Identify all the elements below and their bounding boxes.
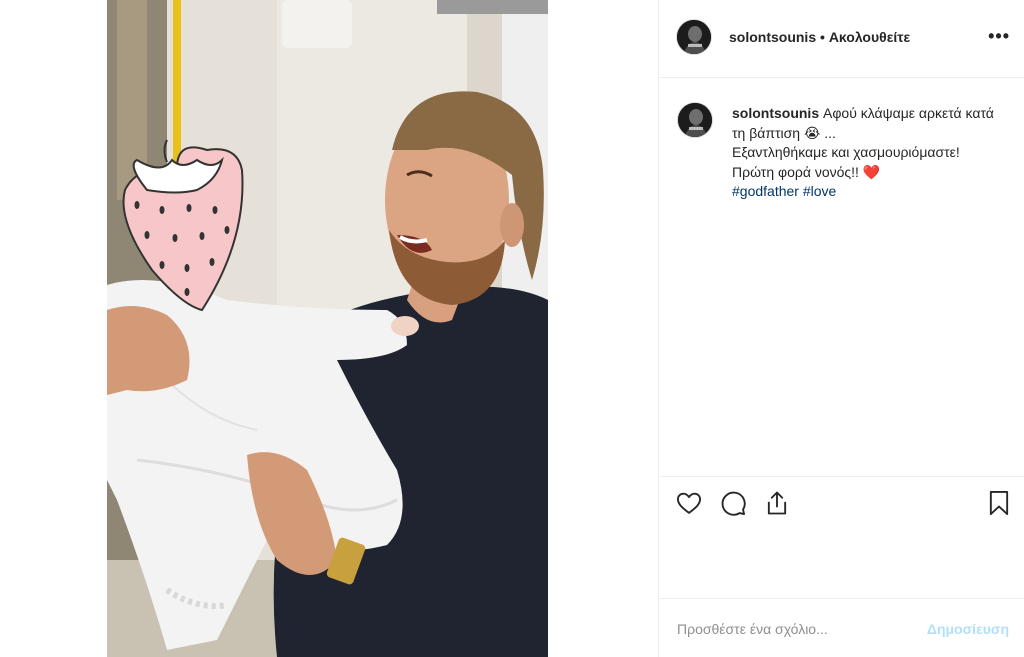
- caption-line-2: Εξαντληθήκαμε και χασμουριόμαστε!: [732, 144, 960, 160]
- hashtag-love[interactable]: #love: [803, 183, 836, 199]
- caption-avatar[interactable]: [677, 102, 713, 138]
- post-media-area: [0, 0, 658, 657]
- caption-ellipsis: ...: [824, 124, 836, 141]
- avatar-image: [677, 20, 711, 54]
- like-button[interactable]: [675, 489, 705, 519]
- photo-illustration: [107, 0, 548, 657]
- post-header-user: solontsounis • Ακολουθείτε: [729, 29, 910, 45]
- separator-dot: •: [820, 29, 825, 45]
- save-button[interactable]: [985, 489, 1015, 519]
- post-action-bar: [659, 476, 1024, 598]
- publish-button[interactable]: Δημοσίευση: [927, 621, 1009, 637]
- avatar-image: [678, 103, 712, 137]
- heart-outline-icon: [676, 492, 702, 514]
- add-comment-bar: Δημοσίευση: [659, 598, 1024, 657]
- caption-line-3: Πρώτη φορά νονός!!: [732, 163, 859, 180]
- avatar[interactable]: [676, 19, 712, 55]
- post-caption-area: solontsounis Αφού κλάψαμε αρκετά κατά τη…: [659, 78, 1024, 476]
- username-link[interactable]: solontsounis: [729, 29, 816, 45]
- heart-emoji-icon: ❤️: [862, 163, 881, 180]
- crying-emoji-icon: 😭: [803, 124, 821, 141]
- post-side-panel: solontsounis • Ακολουθείτε ••• solontsou…: [658, 0, 1024, 657]
- post-header: solontsounis • Ακολουθείτε •••: [659, 0, 1024, 78]
- comment-input[interactable]: [677, 617, 907, 641]
- caption-username-link[interactable]: solontsounis: [732, 105, 819, 121]
- share-upload-icon: [767, 491, 787, 515]
- bookmark-icon: [989, 490, 1009, 516]
- more-options-icon[interactable]: •••: [988, 26, 1010, 47]
- caption-text: solontsounis Αφού κλάψαμε αρκετά κατά τη…: [732, 104, 1002, 202]
- follow-status-button[interactable]: Ακολουθείτε: [829, 29, 910, 45]
- post-photo[interactable]: [107, 0, 548, 657]
- hashtag-godfather[interactable]: #godfather: [732, 183, 799, 199]
- share-button[interactable]: [763, 489, 793, 519]
- instagram-post-modal: solontsounis • Ακολουθείτε ••• solontsou…: [0, 0, 1024, 657]
- comment-bubble-icon: [721, 491, 746, 516]
- comment-button[interactable]: [719, 489, 749, 519]
